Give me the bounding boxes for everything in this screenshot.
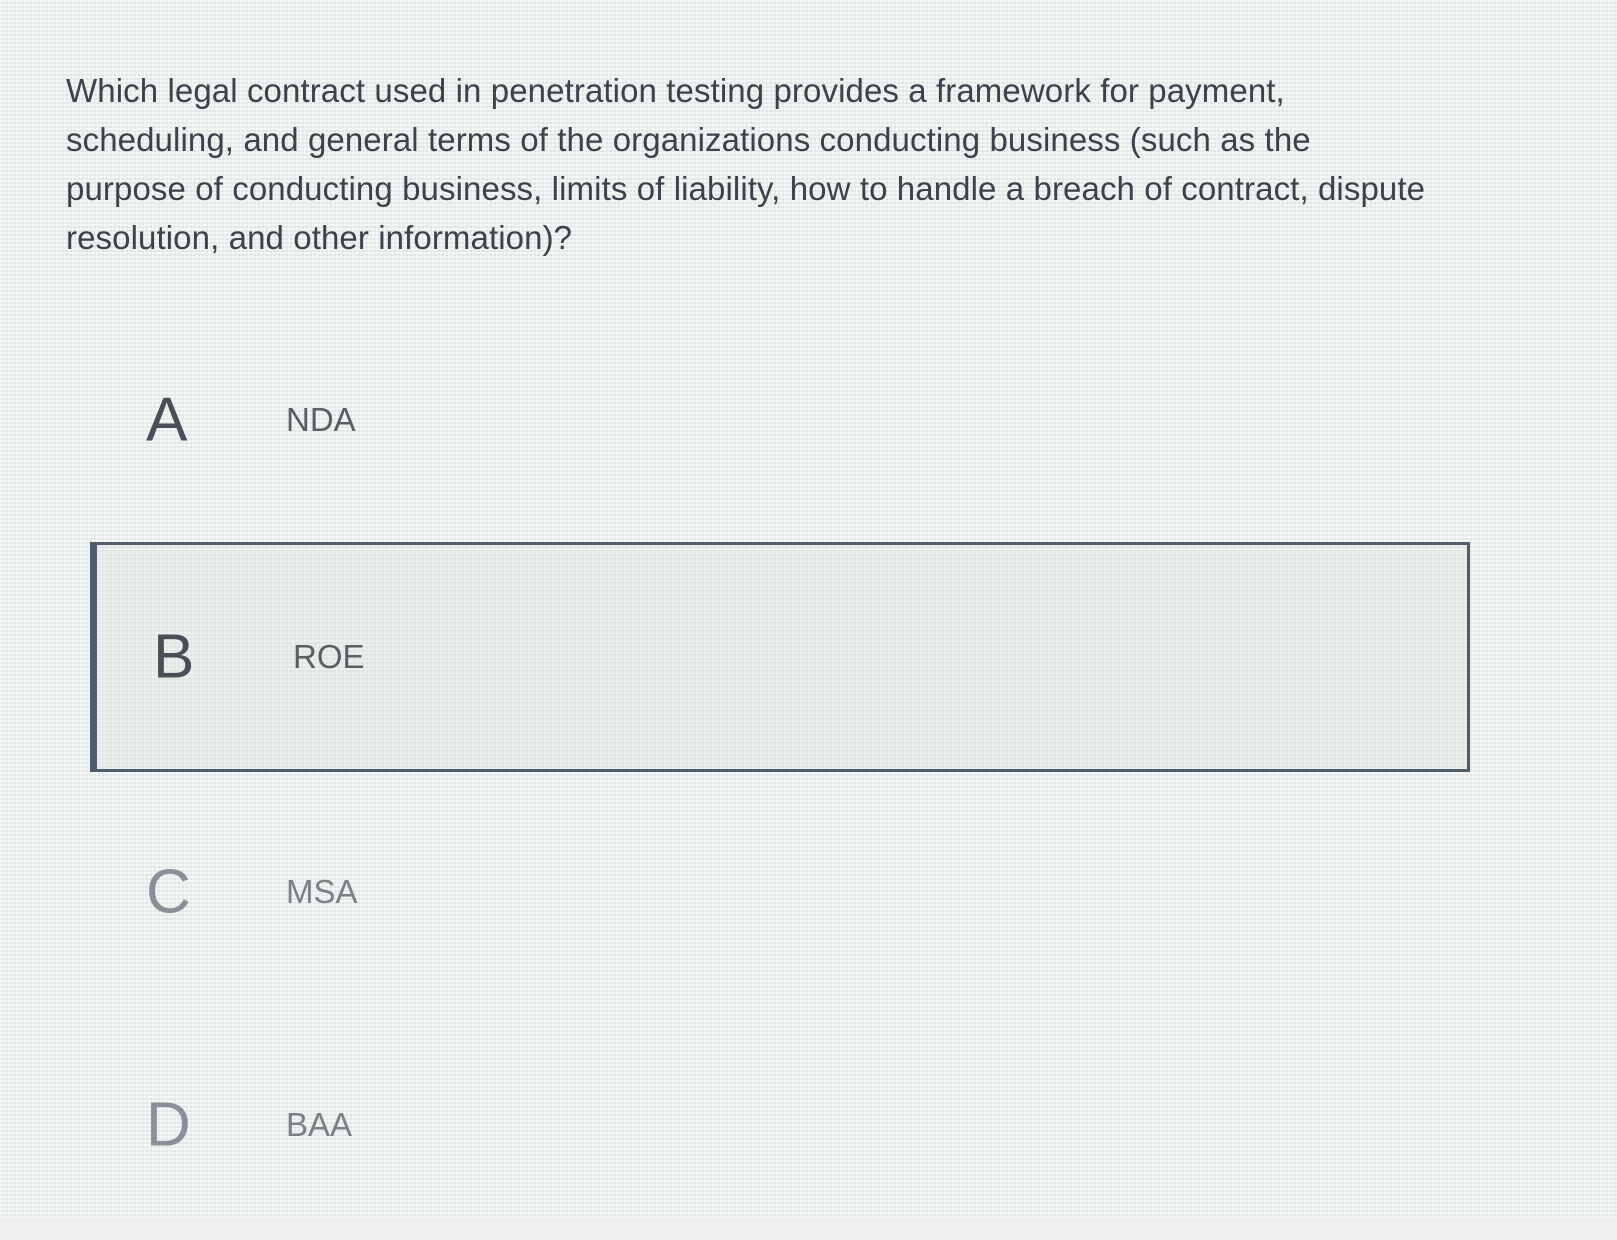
option-label: NDA <box>286 401 356 438</box>
option-label: MSA <box>286 873 358 910</box>
option-c[interactable]: C MSA <box>90 777 1470 1007</box>
option-label: BAA <box>286 1106 353 1143</box>
option-letter: A <box>146 385 188 455</box>
option-d[interactable]: D BAA <box>90 1010 1470 1240</box>
question-text: Which legal contract used in penetration… <box>66 72 1426 256</box>
option-a[interactable]: A NDA <box>90 305 1470 535</box>
option-b[interactable]: B ROE <box>90 542 1470 772</box>
answer-options: A NDA B ROE C MSA D BAA <box>90 305 1530 1205</box>
option-letter: D <box>146 1090 191 1160</box>
option-label: ROE <box>293 638 365 675</box>
option-letter: C <box>146 857 191 927</box>
option-letter: B <box>153 622 195 692</box>
